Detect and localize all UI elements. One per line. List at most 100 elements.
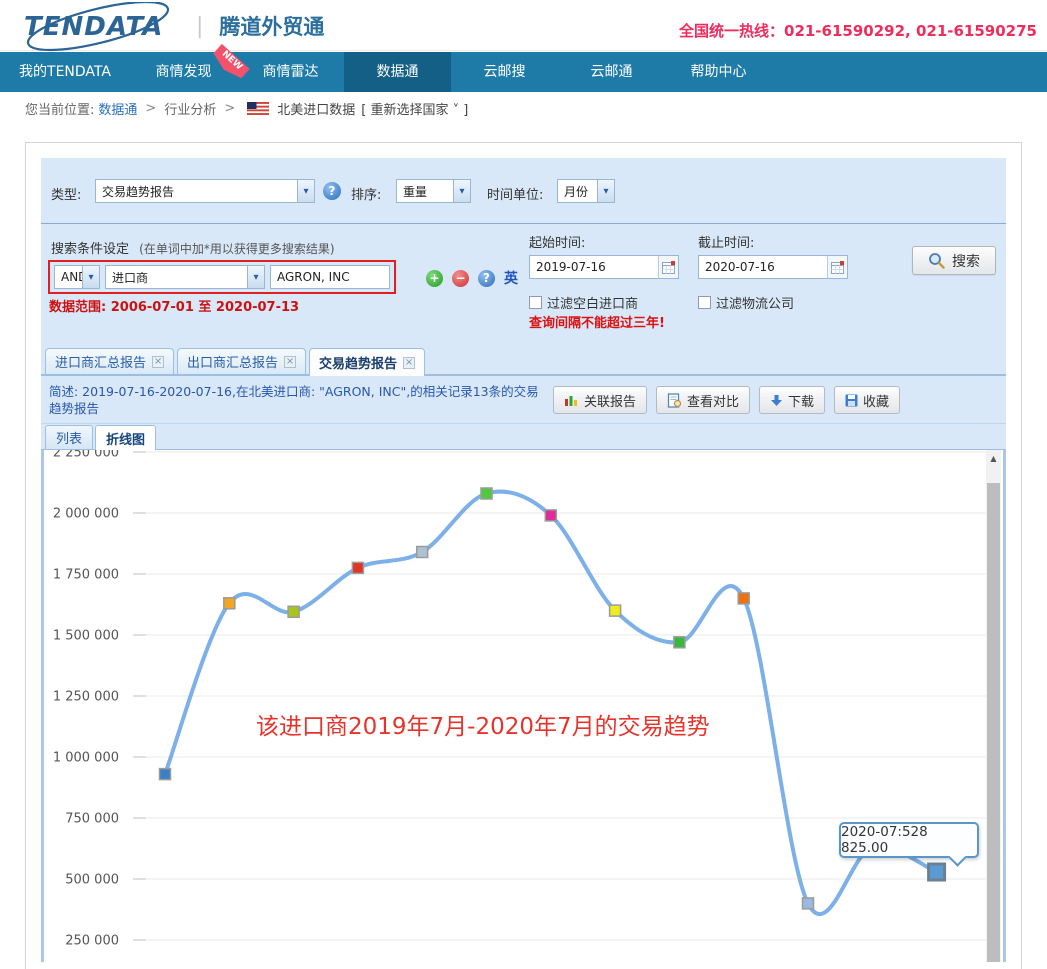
start-date-input[interactable] xyxy=(530,260,658,274)
trend-line-chart: 2 250 0002 000 0001 750 0001 500 0001 25… xyxy=(44,450,990,962)
checkbox-icon[interactable] xyxy=(698,296,711,309)
start-date-field xyxy=(529,255,679,279)
chart-scrollbar[interactable]: ▲ xyxy=(986,450,1001,962)
close-icon[interactable]: × xyxy=(284,356,296,368)
condition-help-icon[interactable]: ? xyxy=(478,270,495,287)
data-point-marker[interactable] xyxy=(674,637,685,648)
subtab-label: 折线图 xyxy=(106,429,145,448)
nav-label: 商情雷达 xyxy=(263,64,319,80)
nav-item-cloud-mail-search[interactable]: 云邮搜 xyxy=(451,52,558,92)
checkbox-icon[interactable] xyxy=(529,296,542,309)
related-report-button[interactable]: 关联报告 xyxy=(553,386,647,414)
chart-annotation: 该进口商2019年7月-2020年7月的交易趋势 xyxy=(256,707,710,741)
data-point-marker[interactable] xyxy=(738,593,749,604)
search-icon xyxy=(928,252,945,269)
tendata-logo[interactable]: TENDATA xyxy=(24,8,174,44)
view-comparison-button[interactable]: 查看对比 xyxy=(656,386,750,414)
subtab-label: 列表 xyxy=(56,428,82,447)
tab-label: 交易趋势报告 xyxy=(319,353,397,372)
button-label: 下载 xyxy=(788,391,814,410)
data-point-marker[interactable] xyxy=(417,547,428,558)
button-label: 关联报告 xyxy=(584,391,636,410)
tab-exporter-summary[interactable]: 出口商汇总报告 × xyxy=(177,348,306,374)
nav-item-cloud-mail[interactable]: 云邮通 xyxy=(558,52,665,92)
language-toggle-button[interactable]: 英 xyxy=(504,268,518,288)
nav-item-datatong[interactable]: 数据通 xyxy=(344,52,451,92)
remove-condition-icon[interactable]: − xyxy=(452,270,469,287)
data-point-marker[interactable] xyxy=(481,488,492,499)
filter-logistics-label: 过滤物流公司 xyxy=(716,293,794,312)
report-type-select[interactable]: 交易趋势报告 ▾ xyxy=(95,179,315,203)
end-date-field xyxy=(698,255,848,279)
brand-divider: | xyxy=(196,14,203,39)
chevron-down-icon: ▾ xyxy=(297,180,314,202)
data-point-marker[interactable] xyxy=(803,898,814,909)
data-range-text: 数据范围: 2006-07-01 至 2020-07-13 xyxy=(49,296,299,315)
nav-item-help-center[interactable]: 帮助中心 xyxy=(665,52,772,92)
button-label: 查看对比 xyxy=(687,391,739,410)
filter-blank-importer-option[interactable]: 过滤空白进口商 xyxy=(529,293,679,312)
compare-document-icon xyxy=(667,393,682,408)
subtab-line-chart[interactable]: 折线图 xyxy=(95,425,156,450)
keyword-input[interactable] xyxy=(270,265,390,289)
trend-line xyxy=(165,492,937,915)
y-axis-tick-label: 2 000 000 xyxy=(53,507,119,522)
calendar-icon[interactable] xyxy=(827,256,847,278)
date-range-warning: 查询间隔不能超过三年! xyxy=(529,312,665,331)
tab-trade-trend[interactable]: 交易趋势报告 × xyxy=(309,348,425,376)
end-date-input[interactable] xyxy=(699,260,827,274)
scrollbar-thumb[interactable] xyxy=(987,483,1000,962)
breadcrumb-link-datatong[interactable]: 数据通 xyxy=(98,99,137,118)
close-icon[interactable]: × xyxy=(403,357,415,369)
add-condition-icon[interactable]: + xyxy=(426,270,443,287)
data-point-marker[interactable] xyxy=(352,562,363,573)
data-point-marker[interactable] xyxy=(610,605,621,616)
tab-importer-summary[interactable]: 进口商汇总报告 × xyxy=(45,348,174,374)
data-point-marker[interactable] xyxy=(224,598,235,609)
sort-select[interactable]: 重量 ▾ xyxy=(396,179,471,203)
nav-item-my-tendata[interactable]: 我的TENDATA xyxy=(0,52,130,92)
app-header: TENDATA | 腾道外贸通 全国统一热线：021-61590292, 021… xyxy=(0,0,1047,51)
start-date-label: 起始时间: xyxy=(529,232,679,251)
boolean-operator-value: AND xyxy=(55,270,82,284)
filter-logistics-option[interactable]: 过滤物流公司 xyxy=(698,293,848,312)
end-date-label: 截止时间: xyxy=(698,232,848,251)
search-button[interactable]: 搜索 xyxy=(912,246,996,275)
nav-item-discovery[interactable]: 商情发现 NEW xyxy=(130,52,237,92)
nav-label: 帮助中心 xyxy=(691,64,747,80)
subtab-list[interactable]: 列表 xyxy=(45,425,93,449)
favorite-button[interactable]: 收藏 xyxy=(834,386,900,414)
data-point-marker[interactable] xyxy=(545,510,556,521)
download-arrow-icon xyxy=(770,394,783,407)
search-button-label: 搜索 xyxy=(952,251,980,271)
scroll-up-icon[interactable]: ▲ xyxy=(986,450,1001,467)
type-label: 类型: xyxy=(51,184,81,203)
logo-text: TENDATA xyxy=(24,12,163,42)
search-conditions-section: 搜索条件设定 (在单词中加*用以获得更多搜索结果) AND ▾ 进口商 ▾ + … xyxy=(41,224,1006,348)
hotline-text: 全国统一热线：021-61590292, 021-61590275 xyxy=(679,20,1037,41)
report-summary-bar: 简述: 2019-07-16-2020-07-16,在北美进口商: "AGRON… xyxy=(41,376,1006,424)
search-field-value: 进口商 xyxy=(106,269,247,286)
nav-label: 云邮通 xyxy=(591,64,633,80)
data-point-marker[interactable] xyxy=(288,606,299,617)
boolean-operator-select[interactable]: AND ▾ xyxy=(54,265,100,289)
close-icon[interactable]: × xyxy=(152,356,164,368)
time-unit-select[interactable]: 月份 ▾ xyxy=(557,179,615,203)
condition-group: AND ▾ 进口商 ▾ xyxy=(48,260,396,294)
sort-label: 排序: xyxy=(351,184,381,203)
chevron-down-icon: ▾ xyxy=(247,266,264,288)
calendar-icon[interactable] xyxy=(658,256,678,278)
y-axis-tick-label: 750 000 xyxy=(65,812,119,827)
nav-item-radar[interactable]: 商情雷达 xyxy=(237,52,344,92)
breadcrumb-page: 北美进口数据 xyxy=(277,99,355,118)
search-field-select[interactable]: 进口商 ▾ xyxy=(105,265,265,289)
data-point-marker[interactable] xyxy=(160,769,171,780)
data-point-marker[interactable] xyxy=(929,864,945,880)
type-help-icon[interactable]: ? xyxy=(323,182,341,200)
y-axis-tick-label: 1 000 000 xyxy=(53,751,119,766)
reselect-country-button[interactable]: [ 重新选择国家 ˅ ] xyxy=(361,99,468,118)
view-subtabs: 列表 折线图 xyxy=(41,424,1006,450)
download-button[interactable]: 下载 xyxy=(759,386,825,414)
filter-blank-label: 过滤空白进口商 xyxy=(547,293,638,312)
breadcrumb-link-industry[interactable]: 行业分析 xyxy=(164,99,216,118)
